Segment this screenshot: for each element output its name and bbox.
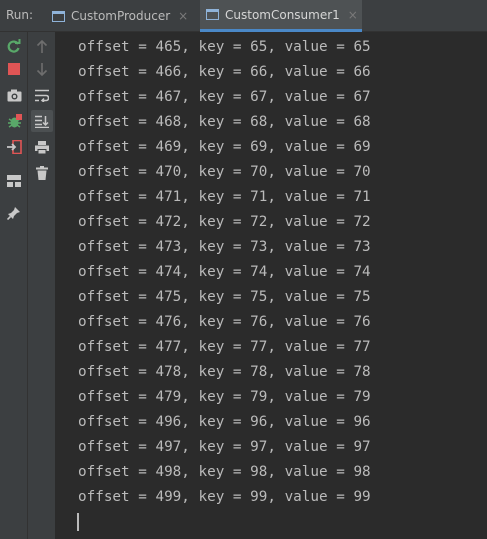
soft-wrap-button[interactable] [31, 84, 53, 106]
rerun-icon [7, 39, 21, 53]
close-icon[interactable]: × [178, 9, 188, 23]
layout-icon [7, 175, 21, 187]
run-config-icon [206, 9, 219, 20]
run-toolbar-left [0, 32, 28, 539]
rerun-button[interactable] [3, 35, 25, 57]
previous-occurrence-button[interactable] [31, 35, 53, 57]
console-line: offset = 467, key = 67, value = 67 [78, 89, 371, 105]
arrow-down-icon [36, 62, 48, 76]
tab-custom-consumer1[interactable]: CustomConsumer1 × [200, 0, 362, 32]
console-line: offset = 466, key = 66, value = 66 [78, 64, 371, 80]
arrow-up-icon [36, 39, 48, 53]
console-line: offset = 469, key = 69, value = 69 [78, 139, 371, 155]
console-line: offset = 473, key = 73, value = 73 [78, 239, 371, 255]
console-line: offset = 496, key = 96, value = 96 [78, 414, 371, 430]
scroll-to-end-icon [35, 115, 49, 128]
console-line: offset = 479, key = 79, value = 79 [78, 389, 371, 405]
soft-wrap-icon [35, 89, 49, 102]
run-label: Run: [6, 8, 34, 22]
tab-label: CustomConsumer1 [225, 7, 340, 22]
camera-icon [7, 89, 22, 102]
dump-threads-button[interactable] [3, 84, 25, 106]
console-line: offset = 477, key = 77, value = 77 [78, 339, 371, 355]
restore-layout-button[interactable] [3, 170, 25, 192]
run-toolbar-right [28, 32, 56, 539]
console-line: offset = 471, key = 71, value = 71 [78, 189, 371, 205]
debug-button[interactable] [3, 110, 25, 132]
console-line: offset = 498, key = 98, value = 98 [78, 464, 371, 480]
tab-custom-producer[interactable]: CustomProducer × [46, 0, 194, 32]
console-lines: offset = 465, key = 65, value = 65 offse… [78, 39, 371, 514]
run-config-icon [52, 10, 65, 22]
clear-all-button[interactable] [31, 162, 53, 184]
trash-icon [36, 166, 48, 180]
close-icon[interactable]: × [348, 8, 358, 22]
console-output[interactable]: offset = 465, key = 65, value = 65 offse… [57, 32, 487, 539]
tab-label: CustomProducer [71, 9, 171, 23]
console-line: offset = 472, key = 72, value = 72 [78, 214, 371, 230]
stop-button[interactable] [3, 58, 25, 80]
console-line: offset = 474, key = 74, value = 74 [78, 264, 371, 280]
run-tool-window-header: Run: CustomProducer × CustomConsumer1 × [0, 0, 487, 32]
console-line: offset = 497, key = 97, value = 97 [78, 439, 371, 455]
console-line: offset = 470, key = 70, value = 70 [78, 164, 371, 180]
console-line: offset = 499, key = 99, value = 99 [78, 489, 371, 505]
console-line: offset = 475, key = 75, value = 75 [78, 289, 371, 305]
stop-icon [8, 63, 20, 75]
scroll-to-end-button[interactable] [31, 110, 53, 132]
pin-tab-button[interactable] [3, 202, 25, 224]
next-occurrence-button[interactable] [31, 58, 53, 80]
print-icon [35, 140, 49, 154]
console-line: offset = 465, key = 65, value = 65 [78, 39, 371, 55]
console-line: offset = 468, key = 68, value = 68 [78, 114, 371, 130]
console-line: offset = 476, key = 76, value = 76 [78, 314, 371, 330]
exit-button[interactable] [3, 136, 25, 158]
text-cursor [77, 513, 79, 531]
exit-icon [6, 140, 22, 154]
debug-icon [7, 113, 22, 129]
console-line: offset = 478, key = 78, value = 78 [78, 364, 371, 380]
pin-icon [7, 206, 21, 220]
print-button[interactable] [31, 136, 53, 158]
